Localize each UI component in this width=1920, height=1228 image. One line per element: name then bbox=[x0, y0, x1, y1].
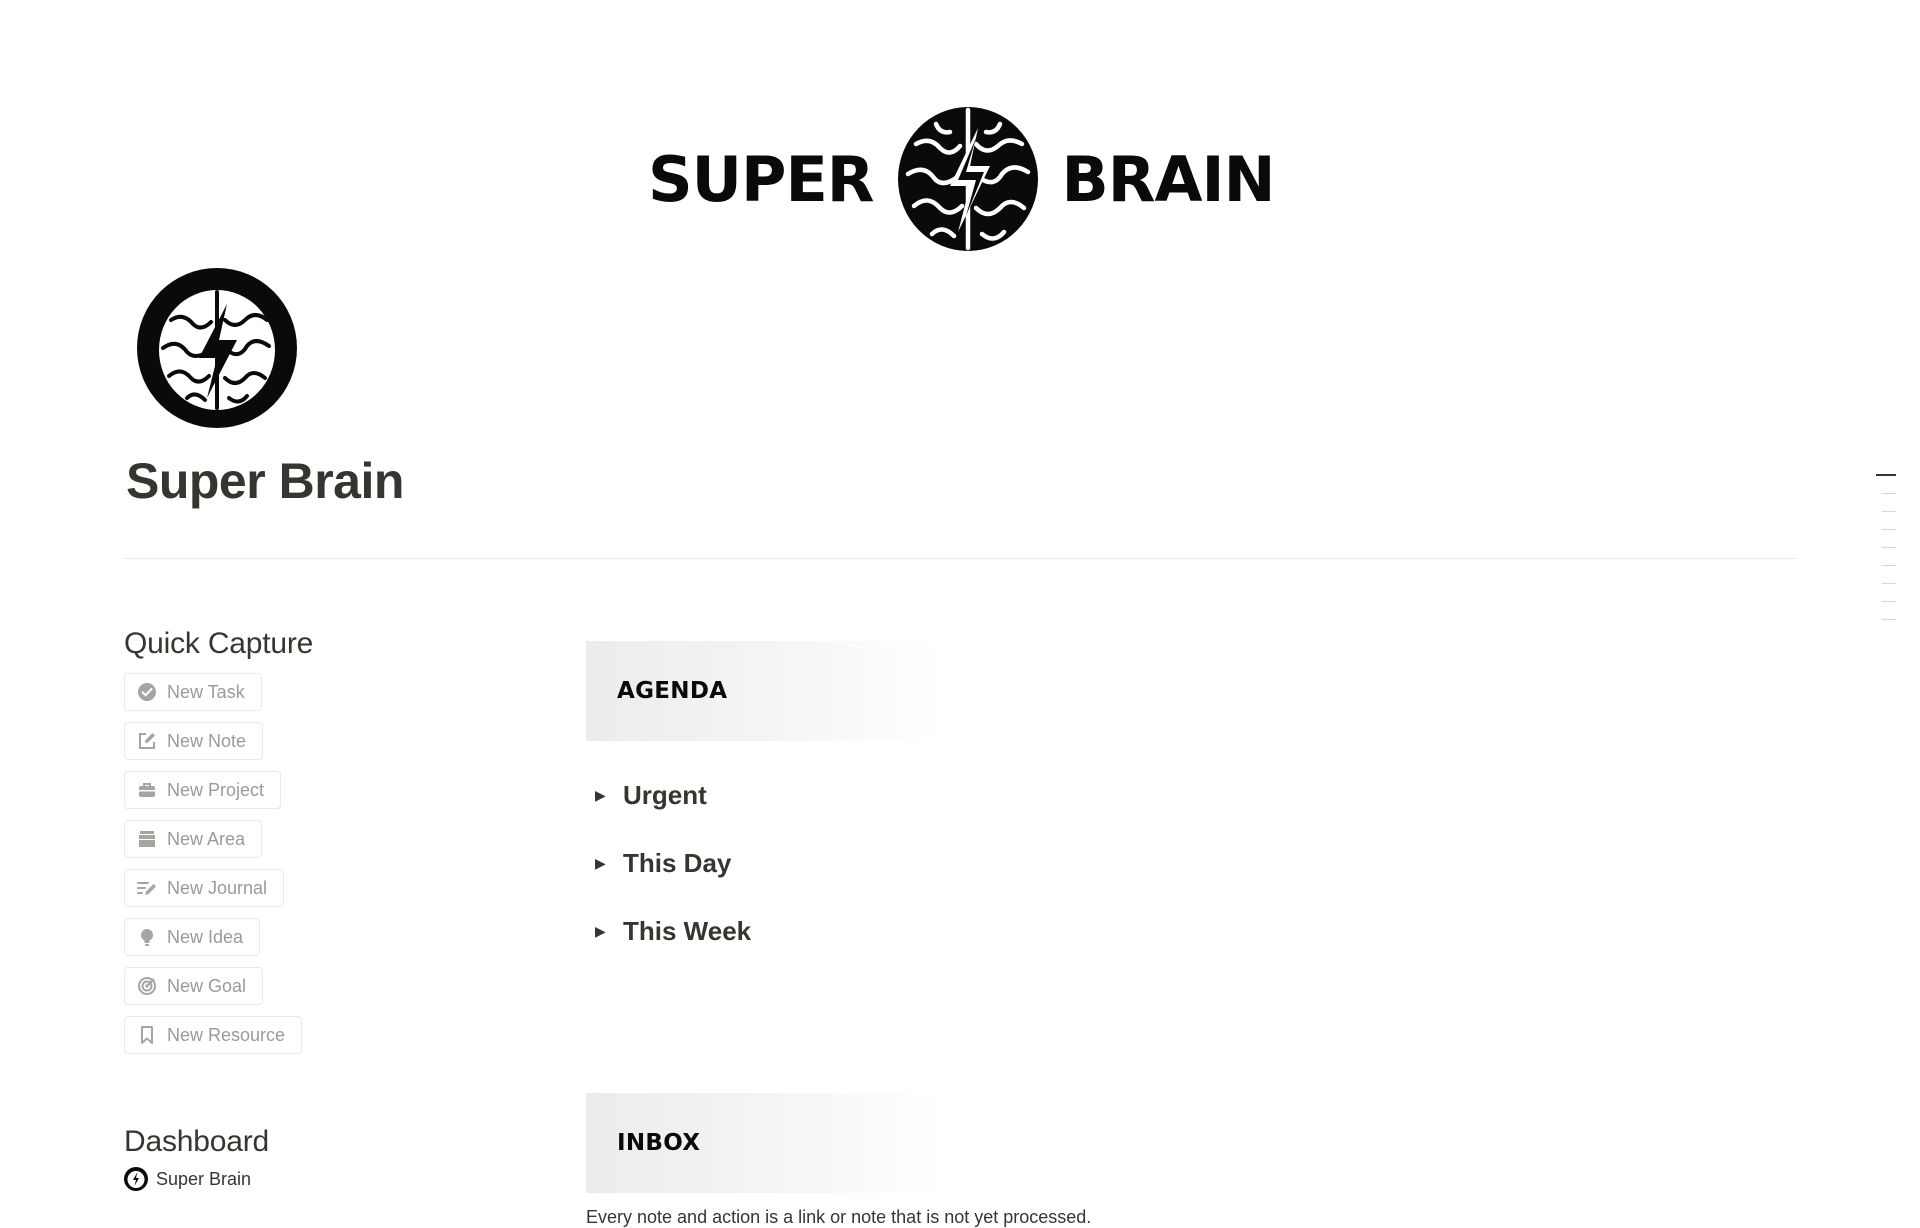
banner-word-right: BRAIN bbox=[1061, 142, 1276, 216]
toc-line[interactable] bbox=[1882, 492, 1896, 494]
main-column: AGENDA ▶ Urgent ▶ This Day ▶ This Week I… bbox=[586, 641, 1796, 1228]
new-note-button[interactable]: New Note bbox=[124, 722, 264, 760]
banner-logo: SUPER BRAIN bbox=[648, 104, 1275, 254]
toggle-this-week[interactable]: ▶ This Week bbox=[586, 897, 1796, 965]
quick-capture-heading: Quick Capture bbox=[124, 627, 314, 660]
brain-lightning-icon bbox=[897, 107, 1038, 251]
new-journal-button[interactable]: New Journal bbox=[124, 869, 285, 907]
toc-line[interactable] bbox=[1882, 510, 1896, 512]
lightbulb-icon bbox=[141, 929, 153, 946]
agenda-toggle-list: ▶ Urgent ▶ This Day ▶ This Week bbox=[586, 761, 1796, 965]
button-label: New Goal bbox=[167, 975, 247, 996]
button-label: New Project bbox=[167, 779, 265, 800]
check-circle-icon bbox=[138, 683, 156, 701]
inbox-description: Every note and action is a link or note … bbox=[586, 1207, 1092, 1227]
page-title: Super Brain bbox=[126, 453, 404, 509]
button-label: New Idea bbox=[167, 926, 244, 947]
left-column: Quick Capture New Task New Note New Proj… bbox=[124, 627, 564, 1191]
button-label: New Task bbox=[167, 681, 245, 702]
toggle-this-day[interactable]: ▶ This Day bbox=[586, 829, 1796, 897]
triangle-right-icon[interactable]: ▶ bbox=[595, 787, 609, 804]
edit-icon bbox=[139, 733, 155, 749]
target-icon bbox=[138, 977, 156, 995]
quick-capture-list: New Task New Note New Project New Area N… bbox=[124, 673, 564, 1065]
toggle-urgent[interactable]: ▶ Urgent bbox=[586, 761, 1796, 829]
button-label: New Note bbox=[167, 730, 247, 751]
new-idea-button[interactable]: New Idea bbox=[124, 918, 261, 956]
toc-line[interactable] bbox=[1882, 600, 1896, 602]
new-goal-button[interactable]: New Goal bbox=[124, 967, 264, 1005]
new-task-button[interactable]: New Task bbox=[124, 673, 262, 711]
toggle-label: Urgent bbox=[623, 779, 707, 810]
page-icon[interactable] bbox=[137, 268, 297, 428]
cover-banner: SUPER BRAIN bbox=[0, 0, 1920, 290]
archive-icon bbox=[139, 831, 155, 847]
banner-word-left: SUPER bbox=[648, 142, 875, 216]
toggle-label: This Day bbox=[623, 847, 732, 878]
new-resource-button[interactable]: New Resource bbox=[124, 1016, 303, 1054]
new-project-button[interactable]: New Project bbox=[124, 771, 282, 809]
toc-line[interactable] bbox=[1882, 582, 1896, 584]
button-label: New Area bbox=[167, 828, 246, 849]
bookmark-icon bbox=[141, 1026, 153, 1044]
button-label: New Resource bbox=[167, 1024, 286, 1045]
toc-line[interactable] bbox=[1882, 564, 1896, 566]
brain-lightning-icon bbox=[137, 268, 297, 428]
toc-line[interactable] bbox=[1882, 618, 1896, 620]
inbox-callout: INBOX bbox=[586, 1093, 940, 1193]
dashboard-link-super-brain[interactable]: Super Brain bbox=[124, 1167, 564, 1191]
triangle-right-icon[interactable]: ▶ bbox=[595, 923, 609, 940]
divider bbox=[124, 558, 1798, 559]
inbox-title: INBOX bbox=[617, 1130, 701, 1156]
toc-line[interactable] bbox=[1876, 474, 1896, 476]
toc-line[interactable] bbox=[1882, 528, 1896, 530]
brain-lightning-icon bbox=[124, 1167, 148, 1191]
toggle-label: This Week bbox=[623, 915, 752, 946]
button-label: New Journal bbox=[167, 877, 268, 898]
dashboard-heading: Dashboard bbox=[124, 1125, 269, 1158]
toc-line[interactable] bbox=[1882, 546, 1896, 548]
new-area-button[interactable]: New Area bbox=[124, 820, 263, 858]
briefcase-icon bbox=[139, 783, 155, 797]
agenda-title: AGENDA bbox=[617, 678, 728, 704]
agenda-callout: AGENDA bbox=[586, 641, 940, 741]
dashboard-link-label: Super Brain bbox=[156, 1168, 252, 1189]
journal-pen-icon bbox=[137, 882, 156, 895]
table-of-contents[interactable] bbox=[1876, 474, 1896, 637]
triangle-right-icon[interactable]: ▶ bbox=[595, 855, 609, 872]
